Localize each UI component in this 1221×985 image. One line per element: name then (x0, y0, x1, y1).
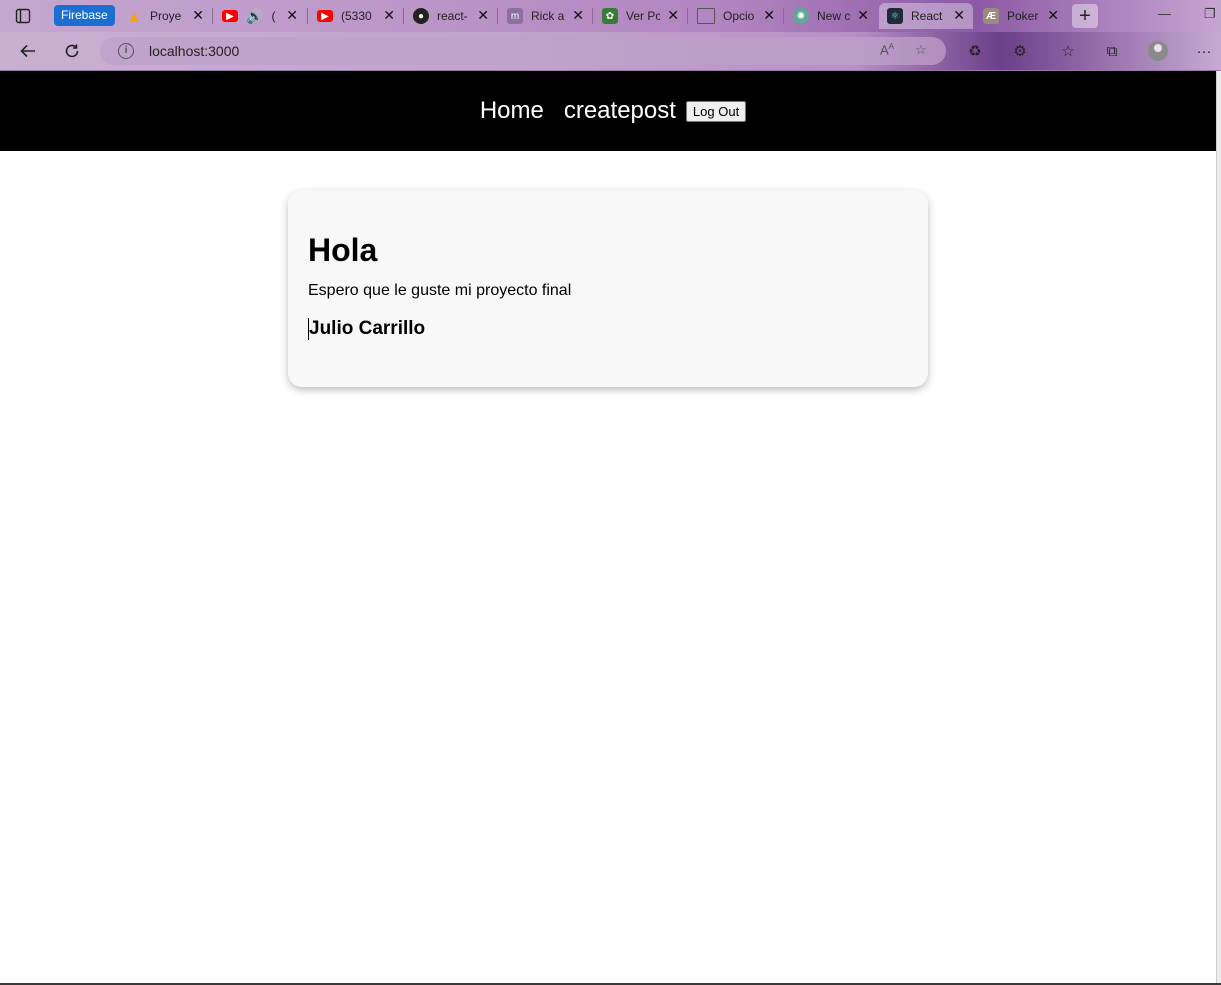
youtube-icon: ▶ (222, 10, 238, 22)
tab-poker[interactable]: Æ Poker ✕ (975, 3, 1067, 29)
extension-icon[interactable]: ♻ (965, 41, 985, 61)
close-tab-icon[interactable]: ✕ (857, 7, 869, 24)
site-info-icon[interactable]: i (118, 43, 134, 59)
post-body: Espero que le guste mi proyecto final (308, 282, 572, 299)
address-bar[interactable]: i localhost:3000 AA ☆ (100, 37, 946, 65)
close-tab-icon[interactable]: ✕ (286, 7, 298, 24)
tab-title: New c (817, 9, 851, 23)
chatgpt-icon: ✺ (793, 8, 809, 24)
tab-title: Ver Pc (626, 9, 660, 23)
tab-title: ( (271, 9, 276, 23)
tab-chatgpt[interactable]: ✺ New c ✕ (785, 3, 877, 29)
collections-icon[interactable]: ⧉ (1102, 41, 1122, 61)
post-card: Hola Espero que le guste mi proyecto fin… (288, 190, 928, 387)
tab-title: Proye (150, 9, 182, 23)
tab-title: react- (437, 9, 468, 23)
document-icon (697, 8, 715, 24)
close-tab-icon[interactable]: ✕ (1047, 7, 1059, 24)
tab-divider (403, 8, 404, 24)
tab-rick[interactable]: m Rick a ✕ (499, 3, 592, 29)
tab-github[interactable]: ● react- ✕ (405, 3, 497, 29)
tab-divider (307, 8, 308, 24)
address-url[interactable]: localhost:3000 (149, 43, 239, 59)
medium-m-icon: m (507, 8, 523, 24)
minimize-icon[interactable]: — (1158, 6, 1171, 21)
browser-tab-strip: Firebase ▲ Proye ✕ ▶ 🔊 ( ✕ ▶ (5330 ✕ ● r… (0, 0, 1221, 32)
tab-divider (592, 8, 593, 24)
close-tab-icon[interactable]: ✕ (192, 7, 204, 24)
speaker-icon[interactable]: 🔊 (246, 8, 263, 25)
favorite-star-add-icon[interactable]: ☆ (915, 42, 927, 58)
tab-divider (687, 8, 688, 24)
close-tab-icon[interactable]: ✕ (953, 7, 965, 24)
tab-title: React (911, 9, 943, 23)
site-navbar: Home createpost Log Out (0, 71, 1216, 151)
tab-actions-icon[interactable] (14, 7, 32, 25)
tab-title: (5330 (341, 9, 372, 23)
window-edge (1216, 71, 1221, 985)
tab-ver[interactable]: ✿ Ver Pc ✕ (594, 3, 687, 29)
extensions-puzzle-icon[interactable]: ⚙ (1010, 41, 1030, 61)
post-title: Hola (308, 232, 378, 268)
close-tab-icon[interactable]: ✕ (572, 7, 584, 24)
close-tab-icon[interactable]: ✕ (477, 7, 489, 24)
tab-group-label-firebase[interactable]: Firebase (54, 5, 115, 26)
new-tab-plus-icon[interactable]: + (1072, 4, 1098, 28)
tab-opciones[interactable]: Opcio ✕ (689, 3, 783, 29)
tab-divider (497, 8, 498, 24)
nav-createpost-link[interactable]: createpost (564, 97, 676, 125)
tab-youtube[interactable]: ▶ (5330 ✕ (309, 3, 403, 29)
firebase-flame-icon: ▲ (127, 8, 141, 24)
close-tab-icon[interactable]: ✕ (667, 7, 679, 24)
close-tab-icon[interactable]: ✕ (763, 7, 775, 24)
tab-youtube-audio[interactable]: ▶ 🔊 ( ✕ (214, 3, 306, 29)
tab-divider (212, 8, 213, 24)
refresh-icon[interactable] (61, 40, 83, 62)
tab-title: Poker (1007, 9, 1039, 23)
restore-window-icon[interactable]: ❐ (1204, 6, 1216, 22)
tab-react-active[interactable]: ⚛ React ✕ (879, 3, 973, 29)
profile-avatar-icon[interactable] (1148, 41, 1168, 61)
tab-title: Rick a (531, 9, 565, 23)
tab-divider (783, 8, 784, 24)
ae-icon: Æ (983, 8, 999, 24)
react-icon: ⚛ (887, 8, 903, 24)
tab-title: Opcio (723, 9, 755, 23)
post-author: Julio Carrillo (308, 318, 908, 340)
app-icon: ✿ (602, 8, 618, 24)
close-tab-icon[interactable]: ✕ (383, 7, 395, 24)
tab-proyecto[interactable]: ▲ Proye ✕ (118, 3, 212, 29)
nav-home-link[interactable]: Home (480, 97, 544, 125)
read-aloud-icon[interactable]: AA (880, 42, 894, 57)
logout-button[interactable]: Log Out (685, 100, 747, 122)
favorites-icon[interactable]: ☆ (1058, 41, 1078, 61)
more-menu-icon[interactable]: ··· (1194, 41, 1214, 61)
youtube-icon: ▶ (317, 10, 333, 22)
back-arrow-icon[interactable] (17, 40, 39, 62)
github-icon: ● (413, 8, 429, 24)
